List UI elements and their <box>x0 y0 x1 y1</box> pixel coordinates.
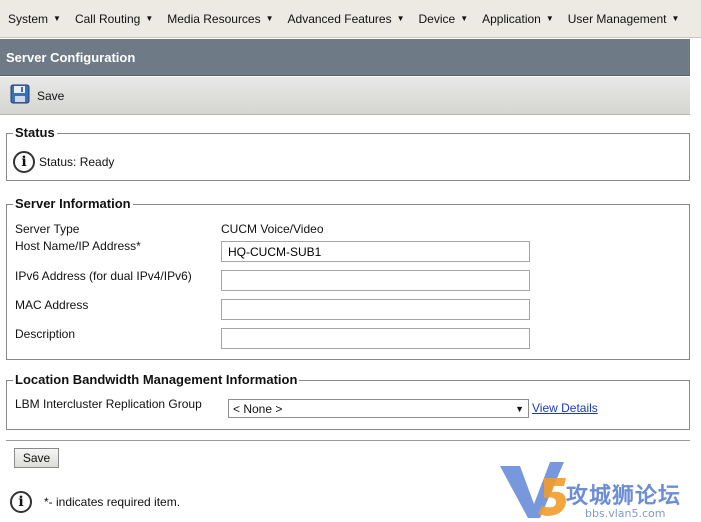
server-information-section: Server Information Server Type CUCM Voic… <box>6 196 690 360</box>
toolbar: Save <box>0 77 690 115</box>
toolbar-save-label: Save <box>37 88 65 103</box>
menu-label: Application <box>482 11 541 26</box>
menu-device[interactable]: Device ▼ <box>419 12 469 26</box>
lbm-group-select[interactable]: < None > ▼ <box>228 399 529 418</box>
menu-call-routing[interactable]: Call Routing ▼ <box>75 12 153 26</box>
dropdown-arrow-icon: ▼ <box>145 14 154 23</box>
required-note: i *- indicates required item. <box>10 491 180 513</box>
menu-label: Call Routing <box>74 11 141 26</box>
lbm-section: Location Bandwidth Management Informatio… <box>6 372 690 430</box>
menu-advanced-features[interactable]: Advanced Features ▼ <box>288 12 405 26</box>
dropdown-arrow-icon: ▼ <box>545 14 554 23</box>
dropdown-arrow-icon: ▼ <box>460 14 469 23</box>
menu-system[interactable]: System ▼ <box>8 12 61 26</box>
info-icon: i <box>10 491 32 513</box>
menu-label: Device <box>418 11 456 26</box>
dropdown-arrow-icon: ▼ <box>265 14 274 23</box>
dropdown-arrow-icon: ▼ <box>671 14 680 23</box>
server-information-legend: Server Information <box>13 196 133 211</box>
save-button[interactable]: Save <box>14 448 59 468</box>
top-menu-bar: System ▼ Call Routing ▼ Media Resources ▼ A… <box>0 0 701 38</box>
host-name-field[interactable] <box>221 241 530 262</box>
menu-label: Advanced Features <box>287 11 392 26</box>
description-field[interactable] <box>221 328 530 349</box>
menu-media-resources[interactable]: Media Resources ▼ <box>167 12 273 26</box>
server-type-label: Server Type <box>15 222 80 236</box>
page-title: Server Configuration <box>0 39 690 76</box>
mac-address-field[interactable] <box>221 299 530 320</box>
dropdown-arrow-icon: ▼ <box>396 14 405 23</box>
watermark-subtext: bbs.vlan5.com <box>585 507 666 520</box>
dropdown-arrow-icon: ▼ <box>53 14 61 23</box>
menu-label: User Management <box>567 11 667 26</box>
watermark-text: 攻城狮论坛 <box>566 484 682 509</box>
info-icon: i <box>13 151 35 173</box>
toolbar-save-button[interactable]: Save <box>10 84 64 107</box>
menu-application[interactable]: Application ▼ <box>482 12 554 26</box>
menu-user-management[interactable]: User Management ▼ <box>568 12 680 26</box>
host-name-label: Host Name/IP Address* <box>15 239 141 253</box>
lbm-legend: Location Bandwidth Management Informatio… <box>13 372 300 387</box>
description-label: Description <box>15 327 76 341</box>
mac-address-label: MAC Address <box>15 298 89 312</box>
lbm-group-label: LBM Intercluster Replication Group <box>15 397 202 411</box>
required-note-text: *- indicates required item. <box>44 495 181 509</box>
server-type-value: CUCM Voice/Video <box>221 222 324 236</box>
menu-label: Media Resources <box>167 11 261 26</box>
status-section: Status i Status: Ready <box>6 125 690 181</box>
divider <box>6 440 690 441</box>
dropdown-arrow-icon: ▼ <box>515 403 524 414</box>
ipv6-address-field[interactable] <box>221 270 530 291</box>
menu-label: System <box>8 11 49 26</box>
status-legend: Status <box>13 125 57 140</box>
status-text: Status: Ready <box>39 155 115 169</box>
lbm-group-selected-value: < None > <box>233 401 283 416</box>
view-details-link[interactable]: View Details <box>532 401 598 415</box>
floppy-disk-icon <box>10 84 30 107</box>
ipv6-address-label: IPv6 Address (for dual IPv4/IPv6) <box>15 269 192 283</box>
